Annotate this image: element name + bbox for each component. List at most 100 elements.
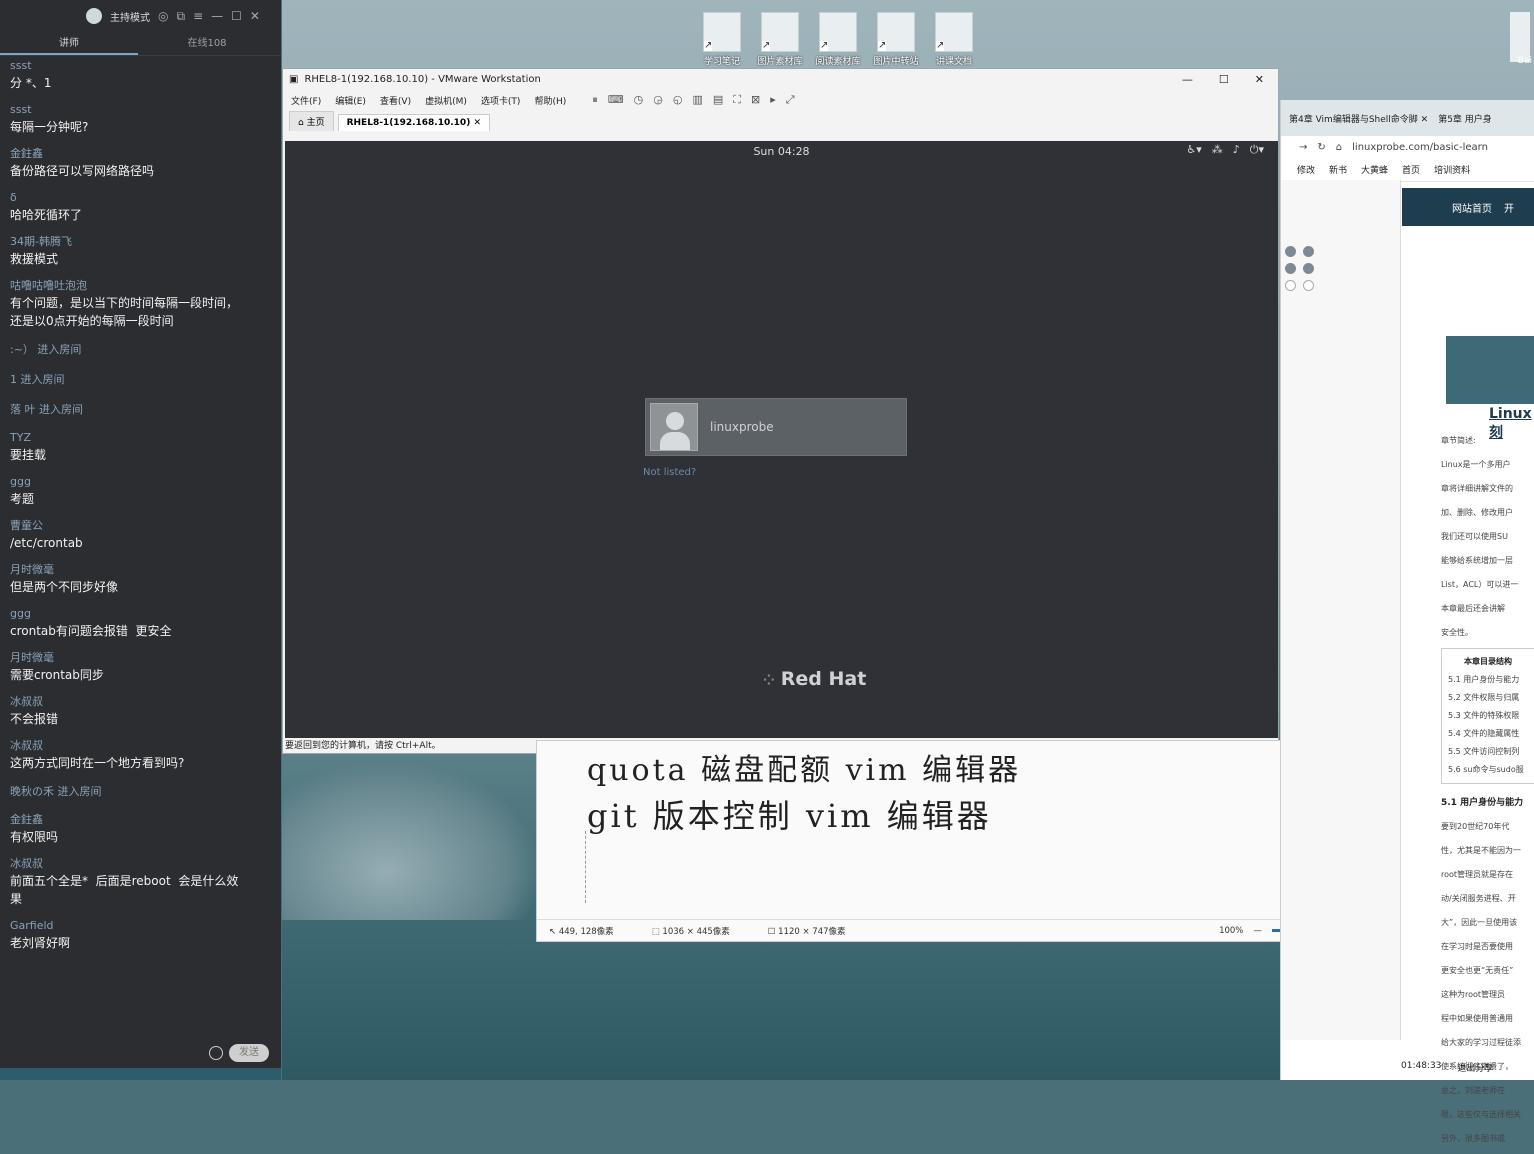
send-ctrl-alt-del-icon[interactable]: ⌨ bbox=[608, 93, 624, 107]
nav-home-link[interactable]: 网站首页 bbox=[1452, 200, 1492, 215]
menu-icon[interactable]: ≡ bbox=[193, 9, 203, 23]
unity-icon[interactable]: ⊠ bbox=[751, 93, 760, 107]
home-icon[interactable]: ⌂ bbox=[1336, 142, 1342, 153]
snapshot-manager-icon[interactable]: ◵ bbox=[673, 93, 683, 107]
sidebar-toggle-icon[interactable]: ▥ bbox=[692, 93, 702, 107]
tab-vm[interactable]: RHEL8-1(192.168.10.10) ✕ bbox=[337, 114, 490, 131]
exit-share-button[interactable]: 退出分享 bbox=[1457, 1061, 1493, 1074]
vm-console-screen[interactable]: Sun 04:28 ♿▾ ⁂ ♪ ⏻▾ linuxprobe Not liste… bbox=[285, 141, 1278, 738]
toc-item[interactable]: 5.5 文件访问控制列 bbox=[1448, 743, 1528, 761]
menu-help[interactable]: 帮助(H) bbox=[534, 94, 566, 107]
forward-icon[interactable]: → bbox=[1299, 142, 1307, 153]
paragraph-line: 程中如果使用普通用 bbox=[1441, 1014, 1513, 1023]
sender-name[interactable]: 曹童公 bbox=[10, 518, 271, 534]
chat-footer-strip bbox=[0, 1068, 281, 1080]
sender-name[interactable]: 金鉒鑫 bbox=[10, 146, 271, 162]
sender-name[interactable]: Garfield bbox=[10, 918, 271, 934]
sender-name[interactable]: 金鉒鑫 bbox=[10, 812, 271, 828]
bookmark-newbook[interactable]: 新书 bbox=[1329, 163, 1347, 176]
send-button[interactable]: 发送 bbox=[229, 1044, 269, 1062]
swatch[interactable] bbox=[1303, 246, 1314, 257]
stretch-icon[interactable]: ⤢ bbox=[786, 93, 795, 107]
sender-name[interactable]: δ bbox=[10, 190, 271, 206]
browser-tab-1[interactable]: 第4章 Vim编辑器与Shell命令脚 ✕ bbox=[1289, 112, 1428, 125]
gnome-system-menu[interactable]: ♿▾ ⁂ ♪ ⏻▾ bbox=[1186, 143, 1264, 157]
toc-item[interactable]: 5.2 文件权限与归属 bbox=[1448, 689, 1528, 707]
chat-message: 1 进入房间 bbox=[10, 370, 271, 390]
menu-view[interactable]: 查看(V) bbox=[380, 94, 411, 107]
close-tab-icon[interactable]: ✕ bbox=[1421, 115, 1429, 125]
not-listed-link[interactable]: Not listed? bbox=[643, 467, 696, 478]
sender-name[interactable]: 月时微毫 bbox=[10, 650, 271, 666]
browser-tab-2[interactable]: 第5章 用户身 bbox=[1438, 112, 1492, 125]
zoom-out-icon[interactable]: — bbox=[1253, 926, 1262, 936]
sender-name[interactable]: ssst bbox=[10, 102, 271, 118]
close-icon[interactable]: ✕ bbox=[1255, 73, 1264, 86]
bookmark-bumblebee[interactable]: 大黄蜂 bbox=[1361, 163, 1388, 176]
bookmark-training[interactable]: 培训资料 bbox=[1434, 163, 1470, 176]
paragraph-line: 动/关闭服务进程、开 bbox=[1441, 894, 1516, 903]
menu-file[interactable]: 文件(F) bbox=[291, 94, 321, 107]
thumbnail-icon[interactable]: ▤ bbox=[713, 93, 723, 107]
menu-vm[interactable]: 虚拟机(M) bbox=[425, 94, 467, 107]
swatch[interactable] bbox=[1303, 263, 1314, 274]
desktop-icon-transfer[interactable]: 图片中转站 bbox=[874, 12, 919, 67]
menu-tabs[interactable]: 选项卡(T) bbox=[481, 94, 521, 107]
desktop-icon-reading[interactable]: 阅读素材库 bbox=[816, 12, 861, 67]
toc-item[interactable]: 5.1 用户身份与能力 bbox=[1448, 671, 1528, 689]
gnome-clock[interactable]: Sun 04:28 bbox=[285, 145, 1278, 158]
maximize-icon[interactable]: ☐ bbox=[231, 9, 242, 23]
desktop-icon-label: 讲课文档 bbox=[935, 57, 972, 67]
console-icon[interactable]: ▸ bbox=[770, 93, 776, 107]
reload-icon[interactable]: ↻ bbox=[1317, 142, 1325, 153]
sender-name[interactable]: 咕噜咕噜吐泡泡 bbox=[10, 278, 271, 294]
chat-message-list: ssst 分 *、1 ssst 每隔一分钟呢? 金鉒鑫 备份路径可以写网络路径吗 δ 哈哈死循… bbox=[0, 56, 281, 964]
tab-lecturer[interactable]: 讲师 bbox=[0, 32, 138, 55]
bookmark-home[interactable]: 首页 bbox=[1402, 163, 1420, 176]
menu-edit[interactable]: 编辑(E) bbox=[335, 94, 366, 107]
swatch[interactable] bbox=[1285, 280, 1296, 291]
desktop-icon-baidu[interactable] bbox=[1510, 12, 1530, 62]
popout-icon[interactable]: ⧉ bbox=[176, 9, 185, 24]
accessibility-icon[interactable]: ♿▾ bbox=[1186, 143, 1201, 157]
sender-name[interactable]: 冰叔叔 bbox=[10, 694, 271, 710]
toc-item[interactable]: 5.3 文件的特殊权限 bbox=[1448, 707, 1528, 725]
swatch[interactable] bbox=[1285, 246, 1296, 257]
close-tab-icon[interactable]: ✕ bbox=[473, 118, 481, 128]
power-icon[interactable]: ⏻▾ bbox=[1250, 143, 1264, 157]
sender-name[interactable]: TYZ bbox=[10, 430, 271, 446]
toc-item[interactable]: 5.6 su命令与sudo服 bbox=[1448, 761, 1528, 779]
paragraph-line: 能够给系统增加一层 bbox=[1441, 556, 1513, 565]
url-field[interactable]: linuxprobe.com/basic-learn bbox=[1352, 142, 1488, 153]
bookmark-edit[interactable]: 修改 bbox=[1297, 163, 1315, 176]
sender-name[interactable]: ggg bbox=[10, 606, 271, 622]
emoji-icon[interactable] bbox=[209, 1046, 223, 1060]
desktop-icon-images[interactable]: 图片素材库 bbox=[758, 12, 803, 67]
sender-name[interactable]: 月时微毫 bbox=[10, 562, 271, 578]
sender-name[interactable]: 冰叔叔 bbox=[10, 856, 271, 872]
desktop-icon-label: 学习笔记 bbox=[703, 57, 740, 67]
fullscreen-icon[interactable]: ⛶ bbox=[733, 93, 741, 107]
system-notice: 晚秋の禾 进入房间 bbox=[10, 785, 102, 798]
swatch[interactable] bbox=[1285, 263, 1296, 274]
sender-name[interactable]: 冰叔叔 bbox=[10, 738, 271, 754]
minimize-icon[interactable]: — bbox=[1182, 73, 1193, 86]
revert-snapshot-icon[interactable]: ◶ bbox=[653, 93, 663, 107]
pause-icon[interactable]: ⏸ bbox=[592, 93, 598, 107]
snapshot-icon[interactable]: ◷ bbox=[634, 93, 644, 107]
tab-home[interactable]: ⌂ 主页 bbox=[289, 111, 334, 131]
desktop-icon-lecture[interactable]: 讲课文档 bbox=[934, 12, 974, 67]
nav-next-link[interactable]: 开 bbox=[1504, 200, 1514, 215]
close-icon[interactable]: ✕ bbox=[250, 9, 260, 23]
sender-name[interactable]: ggg bbox=[10, 474, 271, 490]
sender-name[interactable]: 34期-韩腾飞 bbox=[10, 234, 271, 250]
settings-icon[interactable]: ◎ bbox=[158, 9, 168, 23]
sender-name[interactable]: ssst bbox=[10, 58, 271, 74]
tab-online[interactable]: 在线108 bbox=[138, 32, 276, 55]
minimize-icon[interactable]: — bbox=[211, 9, 223, 23]
maximize-icon[interactable]: ☐ bbox=[1219, 73, 1229, 86]
desktop-icon-notes[interactable]: 学习笔记 bbox=[702, 12, 742, 67]
user-login-entry[interactable]: linuxprobe bbox=[645, 398, 907, 456]
swatch[interactable] bbox=[1303, 280, 1314, 291]
toc-item[interactable]: 5.4 文件的隐藏属性 bbox=[1448, 725, 1528, 743]
